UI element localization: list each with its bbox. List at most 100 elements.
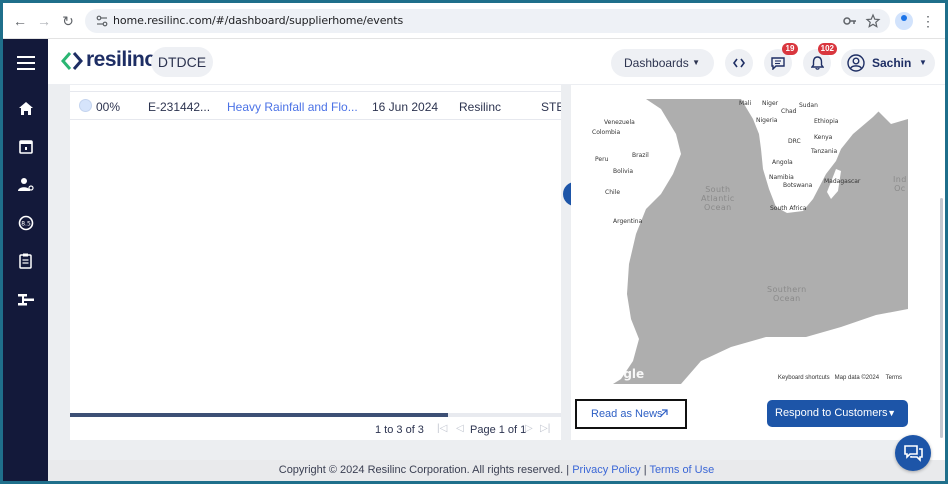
progress-cell: 00% <box>96 100 121 114</box>
chat-bubbles-icon <box>904 445 923 462</box>
map-country-label: Kenya <box>814 134 833 141</box>
browser-profile-icon[interactable] <box>895 12 913 30</box>
map-country-label: Nigeria <box>756 117 778 124</box>
chevron-down-icon[interactable]: ▼ <box>887 400 896 427</box>
footer-separator: | <box>643 464 647 476</box>
last-page-icon[interactable]: ▷| <box>540 423 550 434</box>
dashboards-dropdown[interactable]: Dashboards ▼ <box>611 49 714 77</box>
tenant-pill: DTDCE <box>151 47 213 77</box>
code-toggle-button[interactable] <box>725 49 753 77</box>
url-text[interactable]: home.resilinc.com/#/dashboard/supplierho… <box>113 14 403 27</box>
calendar-icon[interactable] <box>3 131 48 161</box>
svg-text:8.5: 8.5 <box>21 221 31 228</box>
map-country-label: Argentina <box>613 218 643 225</box>
app-header: resilinc DTDCE Dashboards ▼ 19 102 Sachi… <box>48 39 945 85</box>
first-page-icon[interactable]: |◁ <box>437 423 447 434</box>
user-avatar-icon <box>847 54 865 72</box>
chat-support-button[interactable] <box>895 435 931 471</box>
respond-to-customers-button[interactable]: Respond to Customers ▼ <box>767 400 908 427</box>
hamburger-menu-icon[interactable] <box>3 48 48 78</box>
dashboards-label: Dashboards <box>624 56 689 70</box>
score-icon[interactable]: 8.5 <box>3 208 48 238</box>
map-country-label: Brazil <box>632 152 649 159</box>
map-country-label: DRC <box>788 138 801 145</box>
external-link-icon <box>659 409 668 418</box>
map-land-shapes <box>591 99 908 384</box>
event-source-cell: Resilinc <box>459 100 502 114</box>
progress-indicator <box>79 99 92 112</box>
notifications-button[interactable]: 102 <box>803 43 837 77</box>
user-menu[interactable]: Sachin ▼ <box>841 49 935 77</box>
forward-icon[interactable]: → <box>35 12 53 30</box>
notifications-badge: 102 <box>817 43 837 55</box>
map-country-label: Chad <box>781 108 797 115</box>
browser-toolbar: ← → ↻ home.resilinc.com/#/dashboard/supp… <box>3 3 945 39</box>
event-map[interactable]: Mali Niger Chad Sudan Venezuela Colombia… <box>591 99 908 384</box>
map-country-label: Botswana <box>783 182 813 189</box>
map-country-label: South Africa <box>770 205 807 212</box>
map-country-label: Tanzania <box>811 148 838 155</box>
ocean-label: Ind Oc <box>893 175 907 193</box>
bell-icon <box>810 56 824 70</box>
page-footer: Copyright © 2024 Resilinc Corporation. A… <box>48 460 945 481</box>
logo-text[interactable]: resilinc <box>86 48 156 72</box>
map-terms-link[interactable]: Terms <box>886 375 902 381</box>
bookmark-star-icon[interactable] <box>865 13 881 29</box>
copyright-text: Copyright © 2024 Resilinc Corporation. A… <box>278 464 570 476</box>
address-bar[interactable]: home.resilinc.com/#/dashboard/supplierho… <box>85 9 890 33</box>
map-country-label: Ethiopia <box>814 118 839 125</box>
map-country-label: Niger <box>762 100 779 107</box>
privacy-policy-link[interactable]: Privacy Policy <box>572 464 640 476</box>
event-date-cell: 16 Jun 2024 <box>372 100 439 114</box>
map-attribution: Keyboard shortcuts Map data ©2024 Terms <box>775 375 904 381</box>
map-country-label: Namibia <box>769 174 794 181</box>
prev-page-icon[interactable]: ◁ <box>456 423 464 434</box>
event-id-cell: E-231442... <box>148 100 210 114</box>
respond-label: Respond to Customers <box>775 407 888 419</box>
map-country-label: Madagascar <box>824 178 861 185</box>
pager-page: Page 1 of 1 <box>470 424 527 436</box>
event-name-link[interactable]: Heavy Rainfall and Flo... <box>227 100 357 114</box>
ocean-label: Southern Ocean <box>767 285 807 303</box>
code-brackets-icon <box>733 58 745 68</box>
chat-icon <box>771 56 785 70</box>
map-country-label: Venezuela <box>604 119 635 126</box>
page-scrollbar[interactable] <box>940 198 943 438</box>
ocean-label: South Atlantic Ocean <box>701 185 735 212</box>
back-icon[interactable]: ← <box>11 12 29 30</box>
table-row[interactable]: 00% E-231442... Heavy Rainfall and Flo..… <box>70 91 561 120</box>
map-data-text: Map data ©2024 <box>834 375 880 381</box>
site-settings-icon[interactable] <box>95 14 109 28</box>
user-name: Sachin <box>872 56 912 70</box>
read-as-news-link[interactable]: Read as News <box>575 399 687 429</box>
events-table-panel: 00% E-231442... Heavy Rainfall and Flo..… <box>70 85 561 440</box>
clipboard-list-icon[interactable] <box>3 246 48 276</box>
user-settings-icon[interactable] <box>3 169 48 199</box>
event-map-panel: Mali Niger Chad Sudan Venezuela Colombia… <box>571 85 919 440</box>
reload-icon[interactable]: ↻ <box>59 12 77 30</box>
home-icon[interactable] <box>3 93 48 123</box>
map-country-label: Mali <box>739 100 752 107</box>
map-country-label: Colombia <box>592 129 621 136</box>
event-status-cell: STE <box>541 100 561 114</box>
messages-button[interactable]: 19 <box>764 43 798 77</box>
terms-of-use-link[interactable]: Terms of Use <box>649 464 714 476</box>
next-page-icon[interactable]: ▷ <box>525 423 533 434</box>
messages-badge: 19 <box>782 43 798 55</box>
resilinc-logo-icon[interactable] <box>60 49 84 73</box>
keyboard-shortcuts-link[interactable]: Keyboard shortcuts <box>778 375 830 381</box>
google-logo[interactable]: Google <box>597 367 644 381</box>
map-country-label: Chile <box>605 189 621 196</box>
map-country-label: Bolivia <box>613 168 634 175</box>
map-country-label: Angola <box>772 159 793 166</box>
chevron-down-icon: ▼ <box>919 58 927 67</box>
app-window: ← → ↻ home.resilinc.com/#/dashboard/supp… <box>3 3 945 481</box>
table-pager: 1 to 3 of 3 |◁ ◁ Page 1 of 1 ▷ ▷| <box>70 420 561 440</box>
sidebar: 8.5 <box>3 39 48 481</box>
browser-menu-icon[interactable]: ⋮ <box>921 12 935 30</box>
password-key-icon[interactable] <box>842 13 858 29</box>
horizontal-scroll-thumb[interactable] <box>70 413 448 417</box>
pager-range: 1 to 3 of 3 <box>375 424 424 436</box>
org-hierarchy-icon[interactable] <box>3 284 48 314</box>
map-country-label: Sudan <box>799 102 818 109</box>
